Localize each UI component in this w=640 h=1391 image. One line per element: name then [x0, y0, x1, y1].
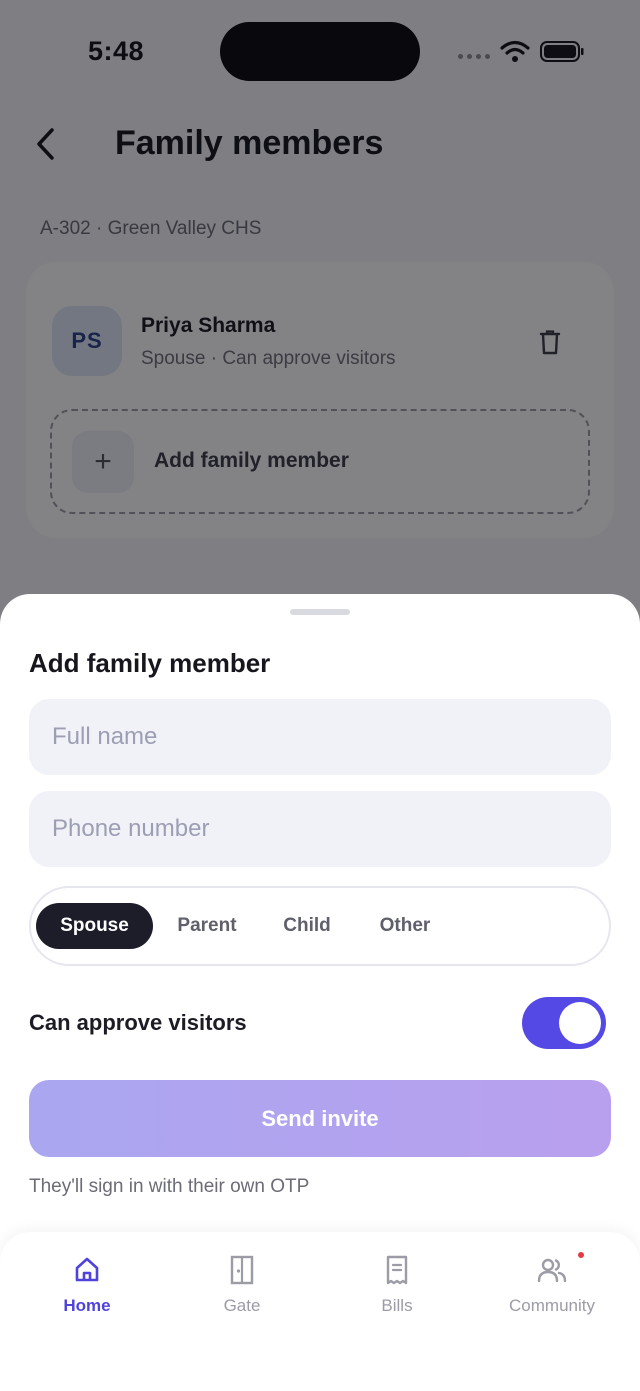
door-icon	[227, 1254, 257, 1286]
people-icon	[537, 1254, 567, 1286]
tab-home-label: Home	[63, 1296, 111, 1315]
receipt-icon	[382, 1254, 412, 1286]
relation-selector: Spouse Parent Child Other	[29, 886, 611, 966]
sheet-grabber[interactable]	[290, 609, 350, 615]
tab-bills-label: Bills	[381, 1296, 413, 1315]
relation-option-spouse[interactable]: Spouse	[36, 903, 153, 949]
notification-badge	[578, 1252, 584, 1258]
sheet-title: Add family member	[29, 648, 271, 678]
otp-hint: They'll sign in with their own OTP	[29, 1176, 310, 1197]
relation-option-other[interactable]: Other	[363, 903, 447, 949]
send-invite-button[interactable]: Send invite	[29, 1080, 611, 1157]
tab-bills[interactable]: Bills	[327, 1254, 467, 1316]
relation-option-parent[interactable]: Parent	[162, 903, 252, 949]
approve-visitors-label: Can approve visitors	[29, 1010, 247, 1035]
full-name-input[interactable]	[29, 699, 611, 775]
phone-number-input[interactable]	[29, 791, 611, 867]
relation-option-child[interactable]: Child	[267, 903, 347, 949]
bottom-tab-bar: Home Gate Bills Community	[0, 1232, 640, 1391]
tab-community-label: Community	[509, 1296, 595, 1315]
tab-home[interactable]: Home	[17, 1254, 157, 1316]
toggle-knob	[559, 1002, 601, 1044]
tab-gate-label: Gate	[223, 1296, 261, 1315]
tab-gate[interactable]: Gate	[172, 1254, 312, 1316]
home-icon	[72, 1254, 102, 1286]
tab-community[interactable]: Community	[482, 1252, 622, 1316]
approve-visitors-toggle[interactable]	[522, 997, 606, 1049]
